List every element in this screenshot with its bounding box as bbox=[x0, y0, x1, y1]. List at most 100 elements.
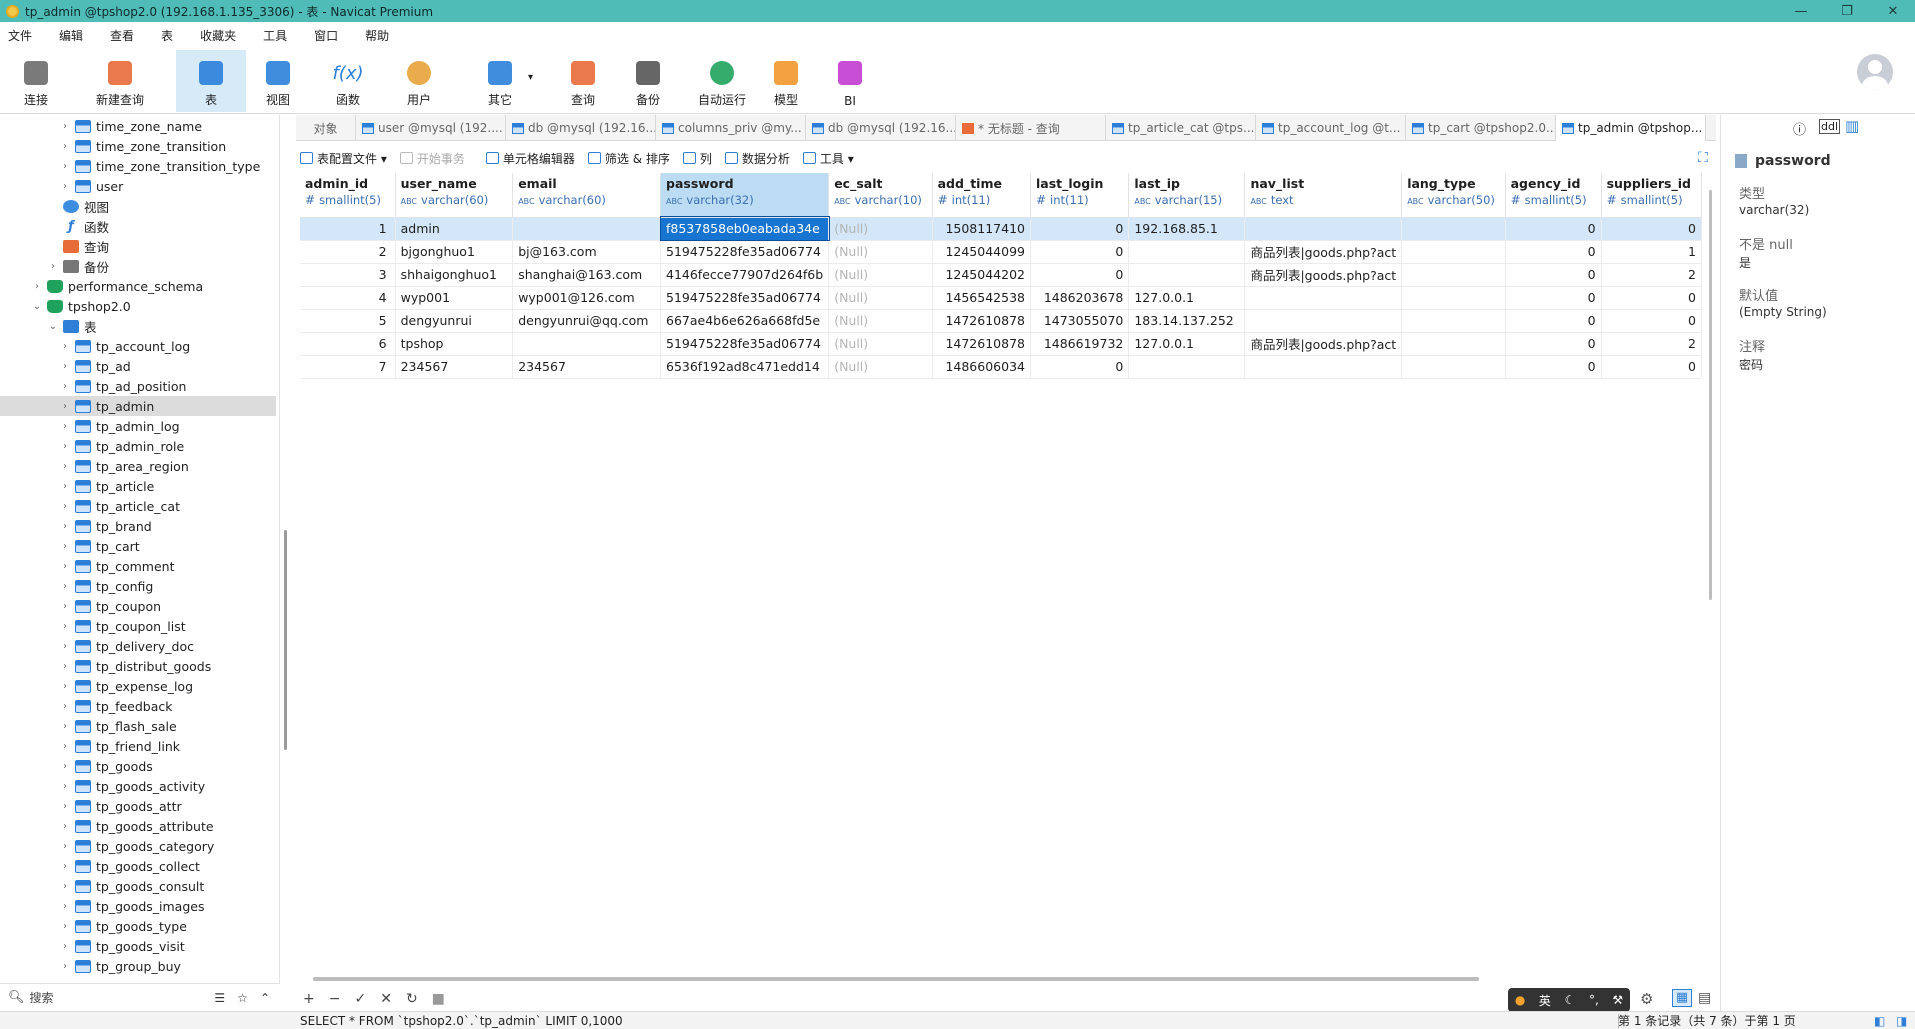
table-cell[interactable] bbox=[1401, 309, 1506, 333]
table-row[interactable]: 1 admin f8537858eb0eabada34e (Null) 15081174… bbox=[300, 216, 1702, 241]
tree-item[interactable]: › tp_group_buy bbox=[58, 956, 181, 976]
chevron-right-icon[interactable]: › bbox=[58, 341, 72, 352]
column-header[interactable]: add_time # int(11) bbox=[932, 173, 1031, 218]
column-header[interactable]: ec_salt ABC varchar(10) bbox=[828, 173, 933, 218]
tree-item[interactable]: › tp_cart bbox=[58, 536, 140, 556]
star-icon[interactable]: ☆ bbox=[237, 991, 248, 1005]
table-cell[interactable] bbox=[1128, 263, 1246, 287]
table-cell[interactable]: 127.0.0.1 bbox=[1128, 286, 1246, 310]
chevron-right-icon[interactable]: › bbox=[58, 501, 72, 512]
table-cell[interactable]: 0 bbox=[1505, 263, 1602, 287]
chevron-right-icon[interactable]: › bbox=[58, 601, 72, 612]
table-cell[interactable]: 127.0.0.1 bbox=[1128, 332, 1246, 356]
table-toolbar-button[interactable]: 工具 ▾ bbox=[802, 150, 854, 167]
table-cell[interactable]: wyp001 bbox=[395, 286, 514, 310]
tree-item[interactable]: › tp_goods bbox=[58, 756, 153, 776]
settings-icon[interactable]: ⚙ bbox=[1640, 990, 1653, 1008]
table-cell[interactable]: 192.168.85.1 bbox=[1128, 217, 1246, 241]
toolbar-button-6[interactable]: 用户 bbox=[384, 50, 454, 112]
table-cell[interactable]: f8537858eb0eabada34e bbox=[659, 216, 830, 241]
tree-item[interactable]: › tp_coupon bbox=[58, 596, 161, 616]
tree-item[interactable]: › tp_admin_role bbox=[58, 436, 184, 456]
tree-item[interactable]: › tp_flash_sale bbox=[58, 716, 177, 736]
minimize-icon[interactable]: — bbox=[1778, 0, 1824, 22]
table-cell[interactable]: 5 bbox=[300, 309, 396, 333]
add-record-icon[interactable]: + bbox=[303, 991, 315, 1007]
column-header[interactable]: email ABC varchar(60) bbox=[512, 173, 661, 218]
panel-toggle-left-icon[interactable]: ◧ bbox=[1874, 1014, 1885, 1028]
tree-item[interactable]: › tp_delivery_doc bbox=[58, 636, 194, 656]
table-cell[interactable]: bj@163.com bbox=[512, 240, 661, 264]
chevron-right-icon[interactable]: › bbox=[58, 641, 72, 652]
column-header[interactable]: lang_type ABC varchar(50) bbox=[1401, 173, 1506, 218]
tree-item[interactable]: › time_zone_name bbox=[58, 116, 202, 136]
chevron-right-icon[interactable]: › bbox=[58, 861, 72, 872]
table-cell[interactable]: 1472610878 bbox=[932, 332, 1031, 356]
editor-tab[interactable]: tp_admin @tpshop... bbox=[1556, 115, 1706, 141]
tree-item[interactable]: › tp_admin_log bbox=[58, 416, 180, 436]
table-toolbar-button[interactable]: 单元格编辑器 bbox=[485, 150, 575, 167]
collapse-icon[interactable]: ⌃ bbox=[260, 991, 270, 1005]
menu-item[interactable]: 帮助 bbox=[365, 27, 389, 44]
search-input[interactable]: 搜索 bbox=[30, 989, 215, 1006]
table-cell[interactable]: tpshop bbox=[395, 332, 514, 356]
chevron-right-icon[interactable]: › bbox=[58, 441, 72, 452]
tree-item[interactable]: › tp_friend_link bbox=[58, 736, 180, 756]
chevron-right-icon[interactable]: › bbox=[58, 421, 72, 432]
tree-item[interactable]: › 备份 bbox=[46, 256, 109, 276]
column-header[interactable]: agency_id # smallint(5) bbox=[1505, 173, 1602, 218]
tree-item[interactable]: 视图 bbox=[46, 196, 109, 216]
tree-item[interactable]: › tp_goods_attribute bbox=[58, 816, 214, 836]
column-header[interactable]: nav_list ABC text bbox=[1244, 173, 1403, 218]
table-cell[interactable]: shhaigonghuo1 bbox=[395, 263, 514, 287]
table-cell[interactable] bbox=[1401, 355, 1506, 379]
delete-record-icon[interactable]: − bbox=[329, 991, 341, 1007]
table-cell[interactable]: 1 bbox=[1601, 240, 1702, 264]
stop-icon[interactable]: ■ bbox=[432, 991, 445, 1007]
table-cell[interactable]: 0 bbox=[1601, 355, 1702, 379]
tree-item[interactable]: › performance_schema bbox=[30, 276, 203, 296]
tree-item[interactable]: › tp_area_region bbox=[58, 456, 189, 476]
tree-item[interactable]: › tp_feedback bbox=[58, 696, 173, 716]
table-cell[interactable]: (Null) bbox=[828, 355, 933, 379]
fullscreen-icon[interactable]: ⛶ bbox=[1698, 150, 1708, 166]
tree-item[interactable]: › tp_goods_collect bbox=[58, 856, 200, 876]
table-cell[interactable]: 0 bbox=[1030, 217, 1130, 241]
avatar[interactable] bbox=[1857, 54, 1893, 90]
editor-tab[interactable]: db @mysql (192.16... bbox=[806, 115, 956, 141]
chevron-right-icon[interactable]: › bbox=[58, 841, 72, 852]
tree-item[interactable]: 查询 bbox=[46, 236, 109, 256]
table-row[interactable]: 3 shhaigonghuo1 shanghai@163.com 4146fecce7… bbox=[300, 263, 1702, 287]
table-cell[interactable]: 183.14.137.252 bbox=[1128, 309, 1246, 333]
tree-item[interactable]: › tp_ad_position bbox=[58, 376, 186, 396]
table-cell[interactable] bbox=[1401, 240, 1506, 264]
tree-item[interactable]: › tp_article_cat bbox=[58, 496, 180, 516]
table-cell[interactable]: 3 bbox=[300, 263, 396, 287]
table-cell[interactable]: 6 bbox=[300, 332, 396, 356]
table-cell[interactable]: 234567 bbox=[395, 355, 514, 379]
table-cell[interactable]: (Null) bbox=[828, 332, 933, 356]
tree-item[interactable]: › tp_goods_attr bbox=[58, 796, 182, 816]
tree-item[interactable]: › time_zone_transition_type bbox=[58, 156, 260, 176]
menu-item[interactable]: 查看 bbox=[110, 27, 134, 44]
table-cell[interactable]: wyp001@126.com bbox=[512, 286, 661, 310]
menu-item[interactable]: 表 bbox=[161, 27, 173, 44]
table-cell[interactable]: 234567 bbox=[512, 355, 661, 379]
toolbar-button-9[interactable]: 备份 bbox=[618, 50, 678, 112]
tree-item[interactable]: › tp_coupon_list bbox=[58, 616, 186, 636]
toolbar-button-1[interactable]: 连接 bbox=[6, 50, 66, 112]
editor-tab[interactable]: tp_account_log @t... bbox=[1256, 115, 1406, 141]
chevron-right-icon[interactable]: › bbox=[58, 541, 72, 552]
table-cell[interactable] bbox=[1244, 286, 1403, 310]
chevron-right-icon[interactable]: › bbox=[58, 961, 72, 972]
chevron-right-icon[interactable]: › bbox=[58, 181, 72, 192]
menu-item[interactable]: 窗口 bbox=[314, 27, 338, 44]
table-cell[interactable]: 0 bbox=[1030, 240, 1130, 264]
chevron-right-icon[interactable]: › bbox=[58, 801, 72, 812]
tree-item[interactable]: › tp_goods_visit bbox=[58, 936, 185, 956]
table-cell[interactable] bbox=[1401, 286, 1506, 310]
editor-tab[interactable]: * 无标题 - 查询 bbox=[956, 115, 1106, 141]
table-cell[interactable]: 2 bbox=[1601, 332, 1702, 356]
toolbar-button-12[interactable]: BI bbox=[820, 50, 880, 112]
tree-item[interactable]: ⌄ 表 bbox=[46, 316, 97, 336]
